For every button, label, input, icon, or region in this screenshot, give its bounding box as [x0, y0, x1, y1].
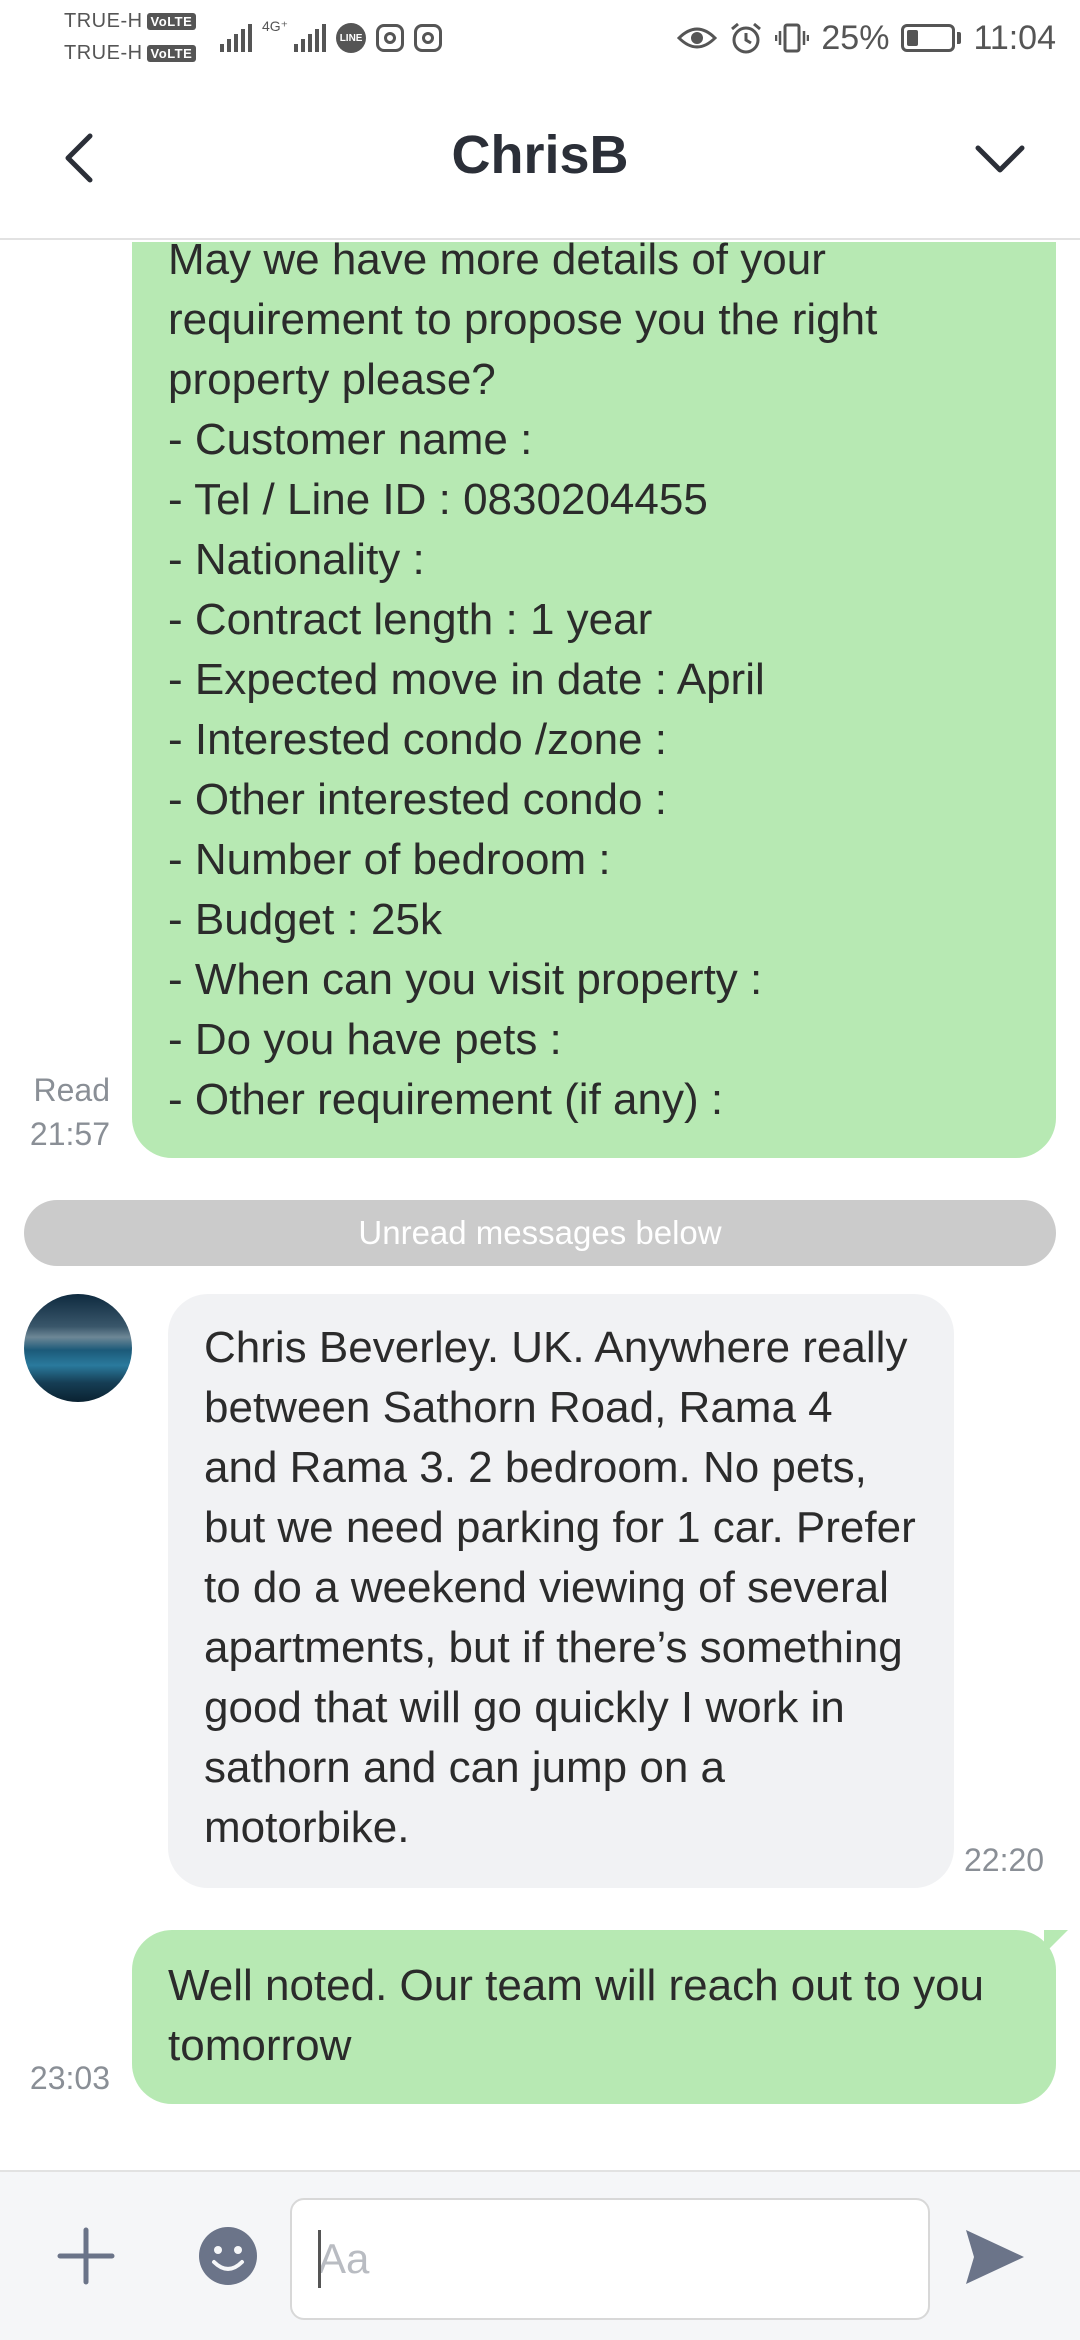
line-app-icon: LINE: [336, 23, 367, 53]
status-bar: TRUE-H VoLTE TRUE-H VoLTE 4G⁺ LINE 25% 1…: [0, 0, 1080, 78]
carrier-1-label: TRUE-H: [64, 10, 143, 32]
carrier-1: TRUE-H VoLTE: [64, 10, 197, 33]
battery-icon: [901, 24, 962, 52]
message-time: 23:03: [29, 2060, 110, 2096]
chevron-down-icon: [975, 145, 1025, 173]
vibrate-icon: [775, 23, 810, 53]
network-type-label: 4G⁺: [262, 18, 289, 34]
add-attachment-button[interactable]: [54, 2224, 118, 2288]
carrier-2: TRUE-H VoLTE: [64, 42, 197, 65]
signal-icon: [220, 24, 252, 52]
message-time: 22:20: [964, 1842, 1045, 1878]
text-cursor: [318, 2230, 321, 2288]
outgoing-message-bubble[interactable]: Well noted. Our team will reach out to y…: [132, 1930, 1068, 2104]
alarm-icon: [731, 22, 762, 54]
chat-menu-button[interactable]: [970, 128, 1030, 188]
instagram-icon: [376, 24, 405, 52]
chat-messages[interactable]: May we have more details of your require…: [0, 242, 1080, 2170]
eye-icon: [677, 27, 718, 49]
clock: 11:04: [973, 18, 1056, 57]
avatar[interactable]: [24, 1294, 132, 1402]
signal-icon: [294, 24, 327, 52]
volte-badge: VoLTE: [146, 13, 197, 31]
chat-title: ChrisB: [451, 125, 629, 185]
outgoing-message-bubble[interactable]: May we have more details of your require…: [132, 242, 1056, 1158]
status-icons-right: 25% 11:04: [677, 18, 1056, 58]
unread-divider: Unread messages below: [24, 1200, 1056, 1266]
chat-header: ChrisB: [0, 78, 1080, 240]
composer-bar: [0, 2170, 1080, 2340]
status-icons-left: 4G⁺ LINE: [220, 18, 443, 58]
message-time: 21:57: [29, 1116, 110, 1152]
instagram-icon: [414, 24, 443, 52]
message-input[interactable]: [290, 2198, 930, 2320]
plus-icon: [57, 2227, 115, 2285]
emoji-icon: [199, 2227, 257, 2285]
message-meta: Read 21:57: [18, 1068, 110, 1156]
send-button[interactable]: [960, 2222, 1030, 2292]
send-icon: [966, 2230, 1024, 2284]
read-receipt: Read: [33, 1072, 111, 1108]
emoji-button[interactable]: [196, 2224, 260, 2288]
volte-badge: VoLTE: [146, 45, 197, 63]
battery-percent: 25%: [821, 18, 890, 57]
incoming-message-bubble[interactable]: Chris Beverley. UK. Anywhere really betw…: [168, 1294, 954, 1888]
carrier-2-label: TRUE-H: [64, 42, 143, 64]
